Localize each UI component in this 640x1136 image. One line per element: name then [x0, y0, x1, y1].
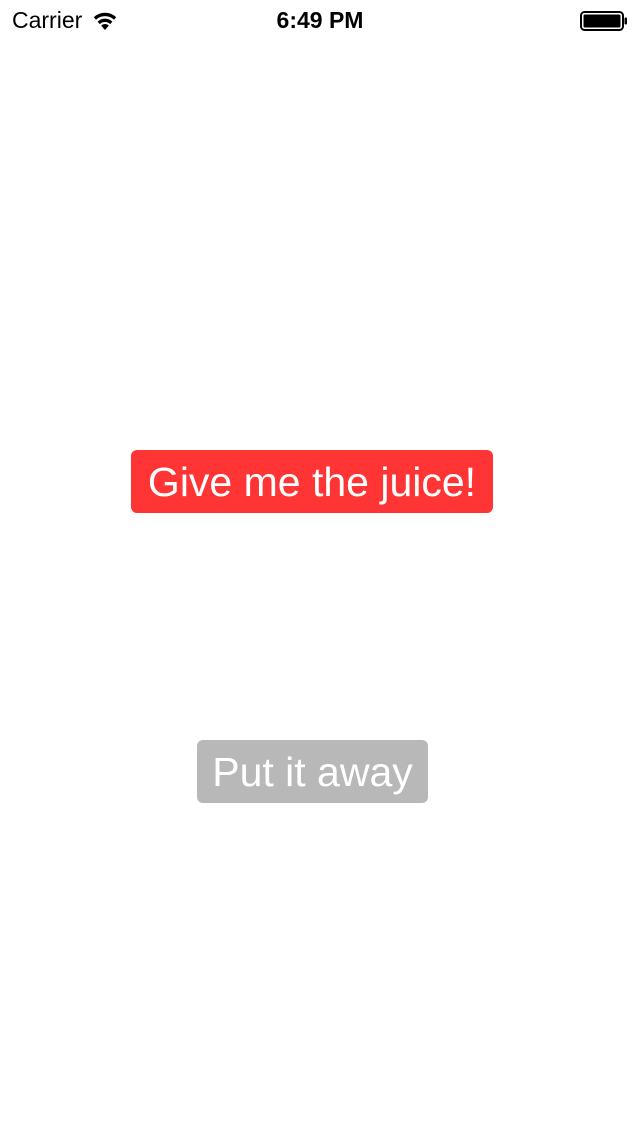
app-screen: Carrier 6:49 PM Give me the juice! Put i… — [0, 0, 640, 1136]
give-juice-button[interactable]: Give me the juice! — [131, 450, 493, 513]
status-bar: Carrier 6:49 PM — [0, 0, 640, 40]
battery-full-icon — [580, 11, 627, 31]
status-time: 6:49 PM — [276, 7, 364, 33]
put-it-away-button[interactable]: Put it away — [197, 740, 428, 803]
